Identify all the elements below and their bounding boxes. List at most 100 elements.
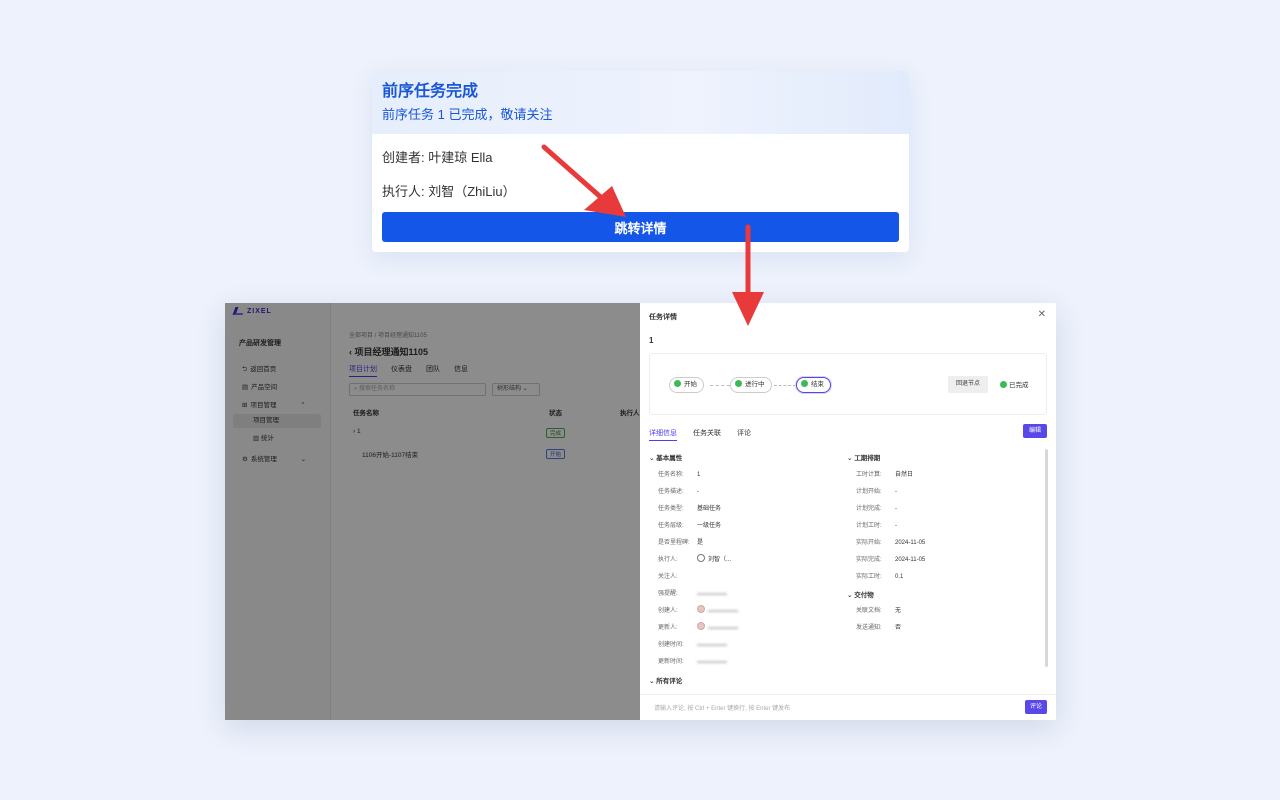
flow-node-label: 开始 <box>684 381 697 388</box>
jump-to-detail-button[interactable]: 跳转详情 <box>382 212 899 242</box>
schedule-field: 实际开始: 2024-11-05 <box>856 537 925 546</box>
flow-connector <box>774 385 796 386</box>
avatar <box>697 605 705 613</box>
notification-subtitle: 前序任务 1 已完成，敬请关注 <box>382 107 553 122</box>
field-label: 创建时间: <box>658 642 684 648</box>
avatar <box>697 622 705 630</box>
field-label: 工时计算: <box>856 472 882 478</box>
field-value: ▬▬▬▬▬ <box>697 642 727 648</box>
redacted-value: ▬▬▬▬▬ <box>697 642 727 648</box>
basic-field: 强提醒: ▬▬▬▬▬ <box>658 588 727 597</box>
field-label: 关注人: <box>658 574 678 580</box>
field-label: 执行人: <box>658 557 678 563</box>
section-title: 交付物 <box>854 592 874 599</box>
basic-field: 创建时间: ▬▬▬▬▬ <box>658 639 727 648</box>
field-label: 实际工时: <box>856 574 882 580</box>
app-screenshot: ZIXEL 产品研发管理 ⮌ 返回首页 ▤ 产品空间 ⊞ 项目管理 ⌃ 项目管理 ▥ … <box>225 303 1056 720</box>
notification-assignee: 执行人: 刘智（ZhiLiu） <box>382 184 516 199</box>
flow-node-in-progress[interactable]: 进行中 <box>730 377 772 393</box>
field-value: ▬▬▬▬▬ <box>697 622 738 631</box>
field-value: ▬▬▬▬▬ <box>697 591 727 597</box>
field-label: 计划开始: <box>856 489 882 495</box>
field-label: 是否里程碑: <box>658 540 690 546</box>
field-value: - <box>895 523 897 529</box>
section-schedule[interactable]: ⌄ 工期排期 <box>847 452 880 462</box>
field-value: 否 <box>895 625 902 631</box>
field-value: 基础任务 <box>697 506 722 512</box>
task-name: 1 <box>649 336 654 345</box>
field-value: - <box>697 489 699 495</box>
schedule-field: 工时计算: 自然日 <box>856 469 913 478</box>
avatar <box>697 554 705 562</box>
tab-comments[interactable]: 评论 <box>737 428 751 441</box>
basic-field: 执行人: 刘智（... <box>658 554 731 563</box>
done-status-text: 已完成 <box>1009 382 1029 389</box>
field-value: 是 <box>697 540 704 546</box>
basic-field: 更新时间: ▬▬▬▬▬ <box>658 656 727 665</box>
schedule-field: 计划工时: - <box>856 520 897 529</box>
field-label: 更新人: <box>658 625 678 631</box>
basic-field: 创建人: ▬▬▬▬▬ <box>658 605 738 614</box>
flow-node-end[interactable]: 结束 <box>796 377 831 393</box>
field-value: 自然日 <box>895 472 914 478</box>
section-comments[interactable]: ⌄ 所有评论 <box>649 675 682 685</box>
redacted-value: ▬▬▬▬▬ <box>697 591 727 597</box>
field-label: 关联文档: <box>856 608 882 614</box>
field-value: 刘智（... <box>708 557 732 563</box>
rollback-node-button[interactable]: 回退节点 <box>948 376 988 393</box>
check-icon <box>801 380 808 387</box>
section-basic[interactable]: ⌄ 基本属性 <box>649 452 682 462</box>
field-label: 任务层级: <box>658 523 684 529</box>
field-label: 强提醒: <box>658 591 678 597</box>
comment-bar: 请输入评论, 按 Ctrl + Enter 键换行, 按 Enter 键发布 评… <box>640 694 1056 720</box>
check-icon <box>735 380 742 387</box>
modal-overlay[interactable] <box>225 303 640 720</box>
field-value: 0.1 <box>895 574 904 580</box>
section-deliverable[interactable]: ⌄ 交付物 <box>847 589 874 599</box>
edit-button[interactable]: 编辑 <box>1023 424 1047 438</box>
section-title: 工期排期 <box>854 455 881 462</box>
basic-field: 是否里程碑: 是 <box>658 537 703 546</box>
redacted-value: ▬▬▬▬▬ <box>697 659 727 665</box>
field-label: 任务名称: <box>658 472 684 478</box>
field-value: ▬▬▬▬▬ <box>697 605 738 614</box>
drawer-title: 任务详情 <box>649 314 677 321</box>
comment-input[interactable]: 请输入评论, 按 Ctrl + Enter 键换行, 按 Enter 键发布 <box>654 703 790 712</box>
tab-relations[interactable]: 任务关联 <box>693 428 721 441</box>
flow-node-label: 结束 <box>811 381 824 388</box>
field-value: - <box>895 506 897 512</box>
task-detail-drawer: 任务详情 ✕ 1 开始 进行中 结束 回退节点 已完成 详细信息 任务关联 评论… <box>640 303 1056 720</box>
basic-field: 任务名称: 1 <box>658 469 700 478</box>
notification-creator: 创建者: 叶建琼 Ella <box>382 150 493 165</box>
deliverable-field: 关联文档: 无 <box>856 605 901 614</box>
field-value: 2024-11-05 <box>895 540 926 546</box>
notification-card: 前序任务完成 前序任务 1 已完成，敬请关注 创建者: 叶建琼 Ella 执行人… <box>372 71 909 252</box>
notification-title: 前序任务完成 <box>382 83 479 100</box>
flow-node-start[interactable]: 开始 <box>669 377 704 393</box>
field-label: 创建人: <box>658 608 678 614</box>
field-label: 计划工时: <box>856 523 882 529</box>
notification-header: 前序任务完成 前序任务 1 已完成，敬请关注 <box>372 71 909 134</box>
basic-field: 关注人: <box>658 571 697 580</box>
section-title: 所有评论 <box>656 678 683 685</box>
flow-node-label: 进行中 <box>745 381 765 388</box>
comment-button[interactable]: 评论 <box>1025 700 1047 714</box>
close-icon[interactable]: ✕ <box>1038 309 1046 320</box>
basic-field: 任务层级: 一级任务 <box>658 520 721 529</box>
field-value: ▬▬▬▬▬ <box>697 659 727 665</box>
check-circle-icon <box>1000 381 1007 388</box>
schedule-field: 计划开始: - <box>856 486 897 495</box>
field-label: 任务描述: <box>658 489 684 495</box>
section-title: 基本属性 <box>656 455 683 462</box>
redacted-value: ▬▬▬▬▬ <box>708 625 738 631</box>
redacted-value: ▬▬▬▬▬ <box>708 608 738 614</box>
field-label: 任务类型: <box>658 506 684 512</box>
field-value: 1 <box>697 472 701 478</box>
basic-field: 更新人: ▬▬▬▬▬ <box>658 622 738 631</box>
field-label: 更新时间: <box>658 659 684 665</box>
tab-details[interactable]: 详细信息 <box>649 428 677 441</box>
workflow-box: 开始 进行中 结束 回退节点 已完成 <box>649 353 1047 415</box>
field-label: 实际开始: <box>856 540 882 546</box>
deliverable-field: 发送通知: 否 <box>856 622 901 631</box>
scrollbar[interactable] <box>1045 449 1048 667</box>
